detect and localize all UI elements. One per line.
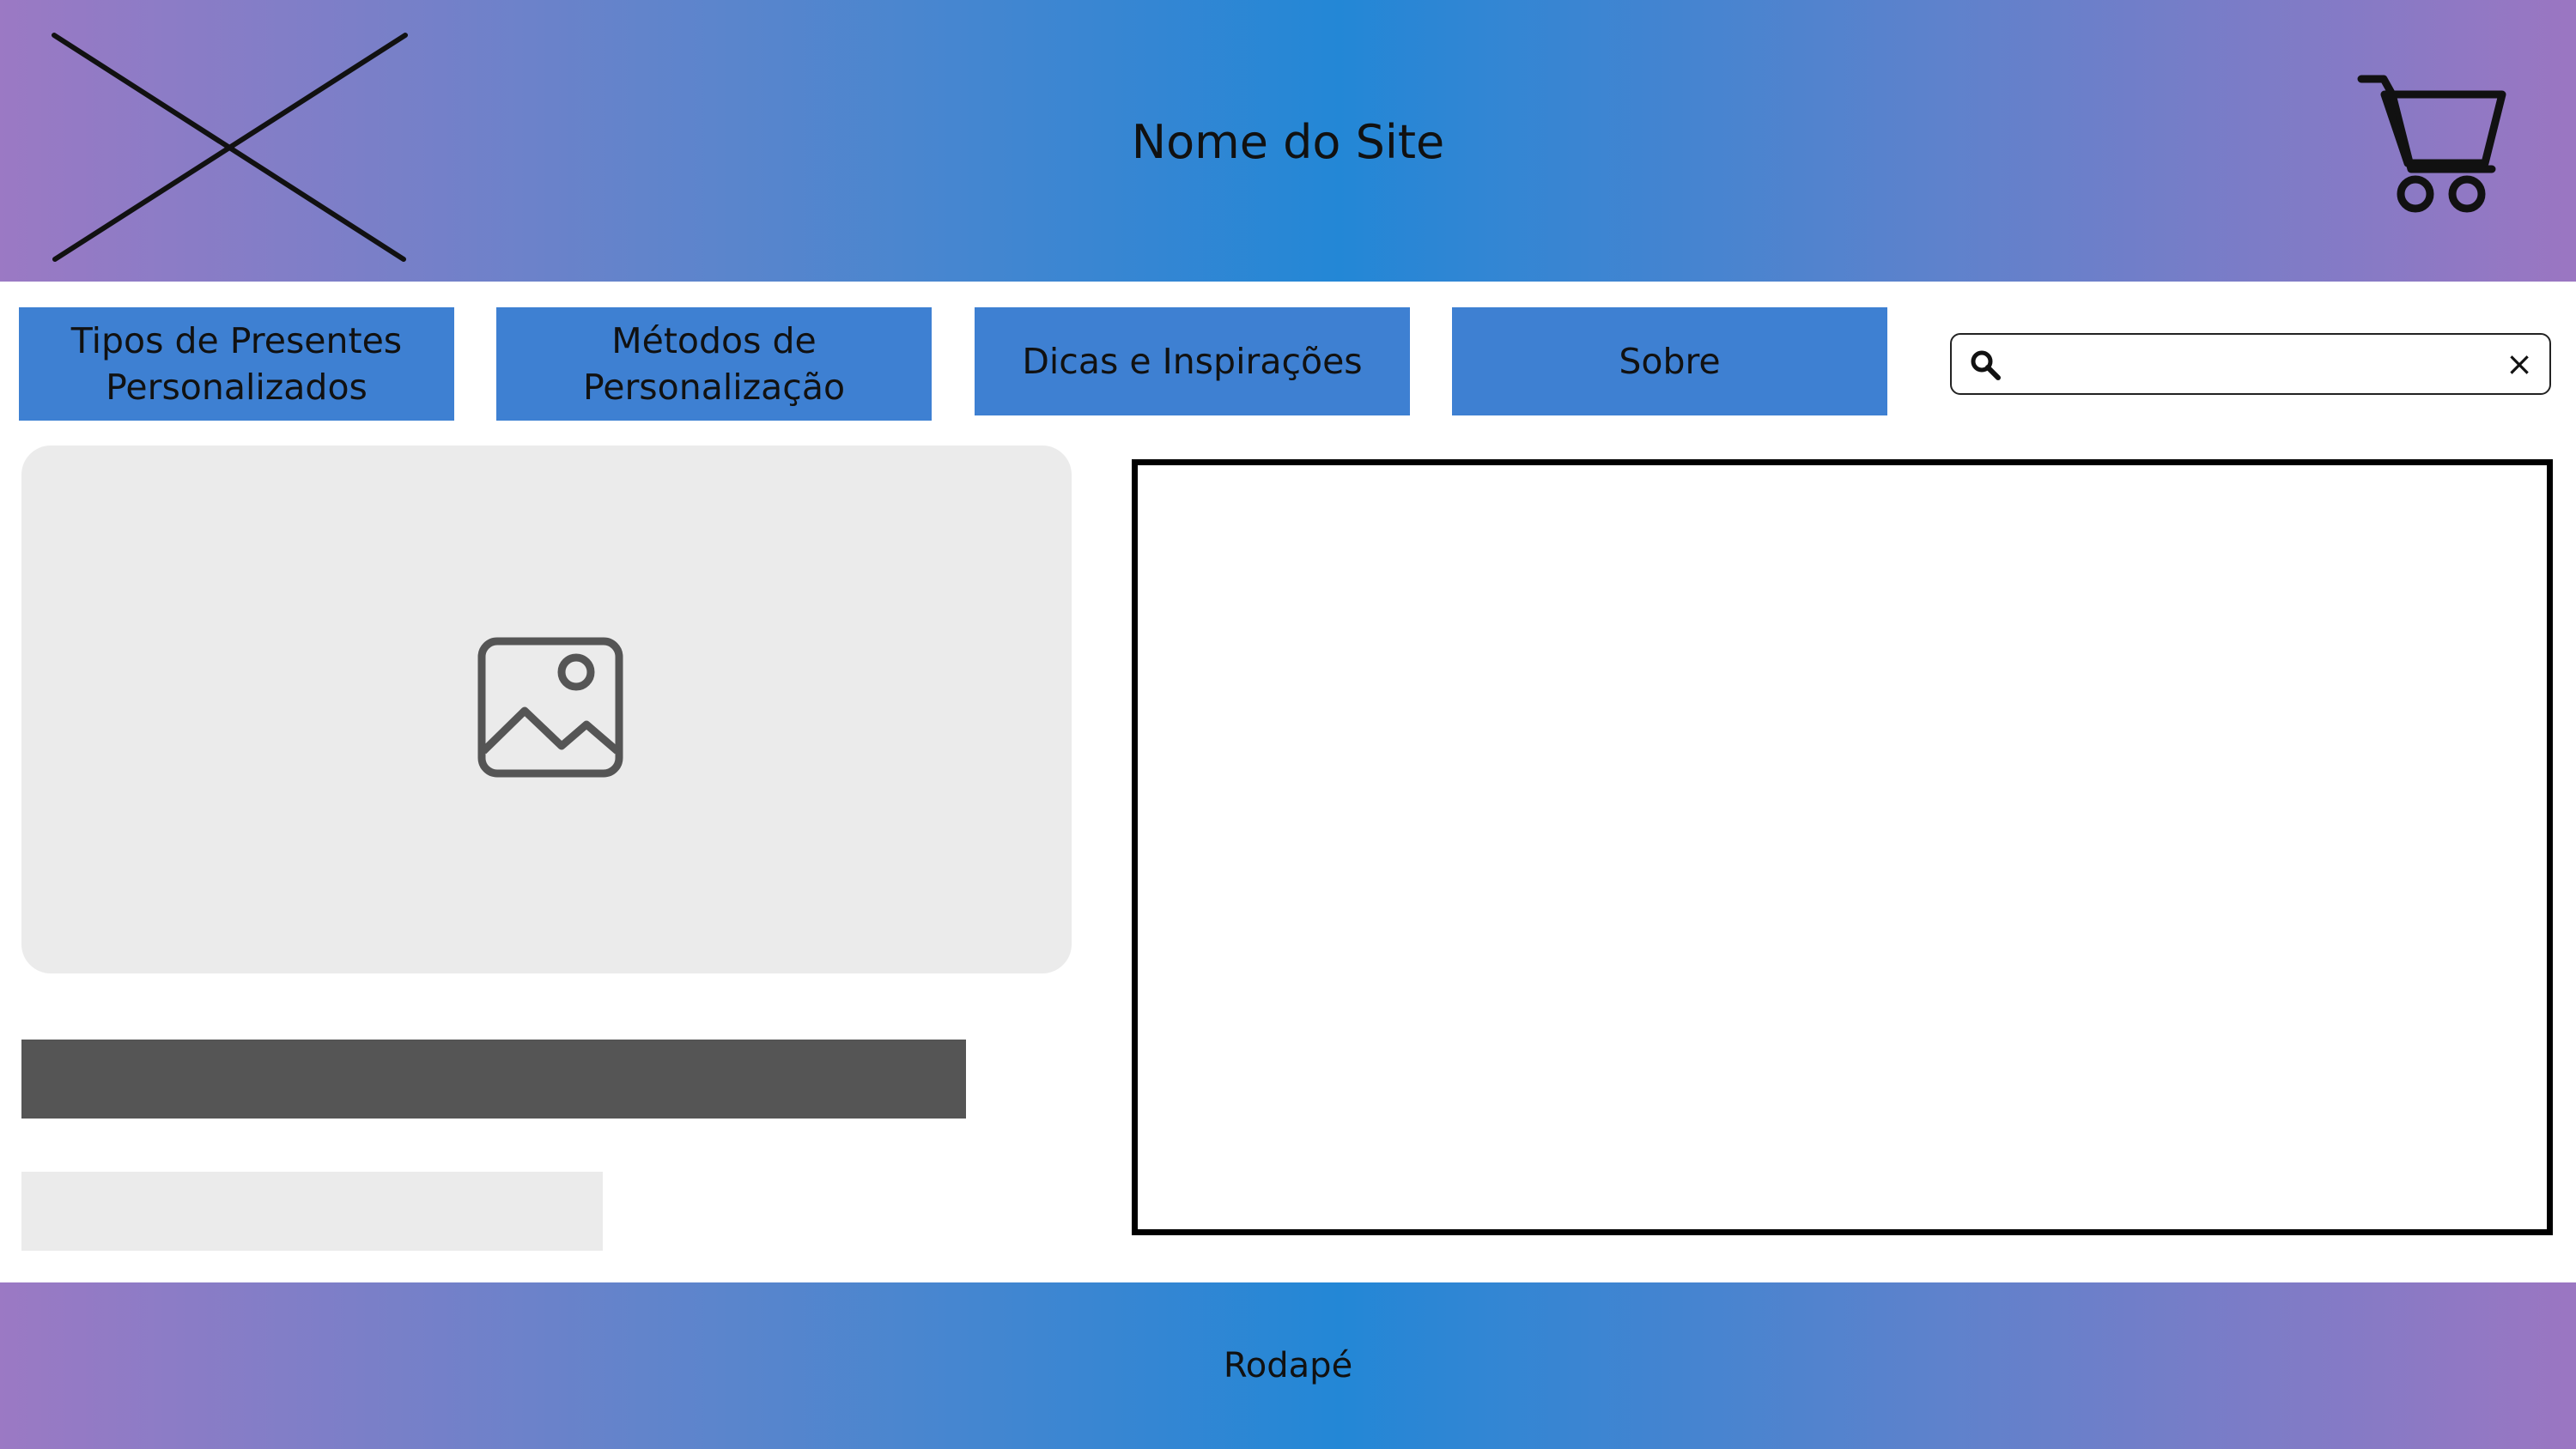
nav-personalization-methods-button[interactable]: Métodos de Personalização <box>496 307 932 421</box>
nav-tips-inspirations-button[interactable]: Dicas e Inspirações <box>975 307 1410 415</box>
site-footer: Rodapé <box>0 1282 2576 1449</box>
title-placeholder-bar <box>21 1040 966 1119</box>
search-icon[interactable] <box>1969 349 2002 381</box>
footer-label: Rodapé <box>1223 1346 1353 1385</box>
search-box: × <box>1950 333 2551 395</box>
logo-placeholder <box>50 29 410 264</box>
image-icon <box>477 637 623 778</box>
subtitle-placeholder-bar <box>21 1172 603 1251</box>
shopping-cart-button[interactable] <box>2354 70 2512 220</box>
site-header: Nome do Site <box>0 0 2576 282</box>
featured-image-placeholder <box>21 446 1072 973</box>
nav-about-button[interactable]: Sobre <box>1452 307 1887 415</box>
content-frame <box>1132 459 2553 1235</box>
close-icon[interactable]: × <box>2501 346 2537 382</box>
search-input[interactable] <box>2014 342 2481 388</box>
nav-gift-types-button[interactable]: Tipos de Presentes Personalizados <box>19 307 454 421</box>
site-title: Nome do Site <box>1131 115 1445 169</box>
page: Nome do Site Tipos de Presentes Personal… <box>0 0 2576 1449</box>
image-placeholder-x-icon <box>52 33 408 262</box>
search-icon-graphic <box>1971 350 2001 380</box>
shopping-cart-icon <box>2357 75 2506 213</box>
